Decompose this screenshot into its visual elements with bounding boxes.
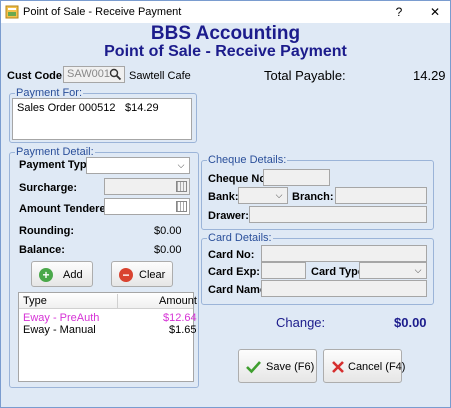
help-button[interactable]: ? — [389, 4, 409, 20]
sales-order-amount: $14.29 — [125, 102, 159, 114]
table-row[interactable]: Eway - Manual $1.65 — [19, 324, 197, 337]
cheque-no-field[interactable] — [263, 169, 330, 186]
branch-field[interactable] — [335, 187, 427, 204]
window-title: Point of Sale - Receive Payment — [23, 6, 182, 18]
clear-button[interactable]: − Clear — [111, 261, 173, 287]
column-type[interactable]: Type — [23, 295, 47, 307]
save-button[interactable]: Save (F6) — [238, 349, 317, 383]
payment-for-list[interactable]: Sales Order 000512 $14.29 — [12, 98, 192, 140]
column-divider — [117, 294, 118, 308]
calculator-icon[interactable] — [176, 181, 187, 192]
pos-window: Point of Sale - Receive Payment ? ✕ BBS … — [0, 0, 451, 408]
card-details-legend: Card Details: — [207, 232, 273, 244]
payments-table-header: Type Amount — [19, 293, 197, 309]
cancel-button[interactable]: Cancel (F4) — [323, 349, 405, 383]
amount-tendered-label: Amount Tendered: — [19, 203, 116, 215]
row-amount: $12.64 — [163, 312, 197, 324]
branch-label: Branch: — [292, 191, 334, 203]
column-amount[interactable]: Amount — [159, 295, 197, 307]
surcharge-label: Surcharge: — [19, 182, 78, 194]
customer-name: Sawtell Cafe — [129, 70, 191, 82]
rounding-value: $0.00 — [154, 225, 182, 237]
chevron-down-icon: ⌵ — [414, 265, 422, 275]
card-exp-field[interactable] — [261, 262, 306, 279]
cheque-no-label: Cheque No: — [208, 173, 270, 185]
surcharge-field[interactable] — [104, 178, 190, 195]
sales-order-ref: Sales Order 000512 — [17, 102, 116, 114]
card-no-field[interactable] — [261, 245, 427, 262]
card-no-label: Card No: — [208, 249, 255, 261]
payment-detail-legend: Payment Detail: — [15, 146, 95, 158]
cust-code-field[interactable]: SAW001 — [63, 66, 125, 83]
bank-select[interactable]: ⌵ — [238, 187, 288, 204]
form-heading: Point of Sale - Receive Payment — [104, 43, 347, 60]
cheque-details-legend: Cheque Details: — [207, 154, 288, 166]
search-icon[interactable] — [109, 68, 122, 81]
card-type-select[interactable]: ⌵ — [359, 262, 427, 279]
add-button[interactable]: + Add — [31, 261, 93, 287]
drawer-label: Drawer: — [208, 210, 249, 222]
chevron-down-icon: ⌵ — [275, 190, 283, 200]
balance-value: $0.00 — [154, 244, 182, 256]
row-type: Eway - PreAuth — [23, 312, 100, 324]
rounding-label: Rounding: — [19, 225, 74, 237]
drawer-field[interactable] — [249, 206, 427, 223]
minus-icon: − — [119, 268, 133, 282]
total-payable-label: Total Payable: — [264, 68, 346, 83]
company-heading: BBS Accounting — [150, 23, 301, 44]
chevron-down-icon: ⌵ — [177, 160, 185, 170]
card-exp-label: Card Exp: — [208, 266, 260, 278]
change-label: Change: — [276, 315, 326, 330]
cust-code-label: Cust Code: — [7, 70, 66, 82]
payments-table[interactable]: Type Amount Eway - PreAuth $12.64 Eway -… — [18, 292, 197, 382]
balance-label: Balance: — [19, 244, 65, 256]
calculator-icon[interactable] — [176, 201, 187, 212]
card-name-field[interactable] — [261, 280, 427, 297]
checkmark-icon — [246, 361, 261, 374]
title-bar[interactable]: Point of Sale - Receive Payment ? ✕ — [1, 1, 450, 23]
row-type: Eway - Manual — [23, 324, 96, 336]
cancel-x-icon — [332, 361, 344, 373]
plus-icon: + — [39, 268, 53, 282]
change-value: $0.00 — [394, 315, 427, 330]
bank-label: Bank: — [208, 191, 239, 203]
app-icon — [5, 5, 19, 19]
close-button[interactable]: ✕ — [425, 4, 445, 20]
payment-type-select[interactable]: ⌵ — [86, 157, 190, 174]
total-payable-value: 14.29 — [413, 68, 446, 83]
amount-tendered-field[interactable] — [104, 198, 190, 215]
payment-type-label: Payment Type: — [19, 159, 97, 171]
row-amount: $1.65 — [169, 324, 197, 336]
